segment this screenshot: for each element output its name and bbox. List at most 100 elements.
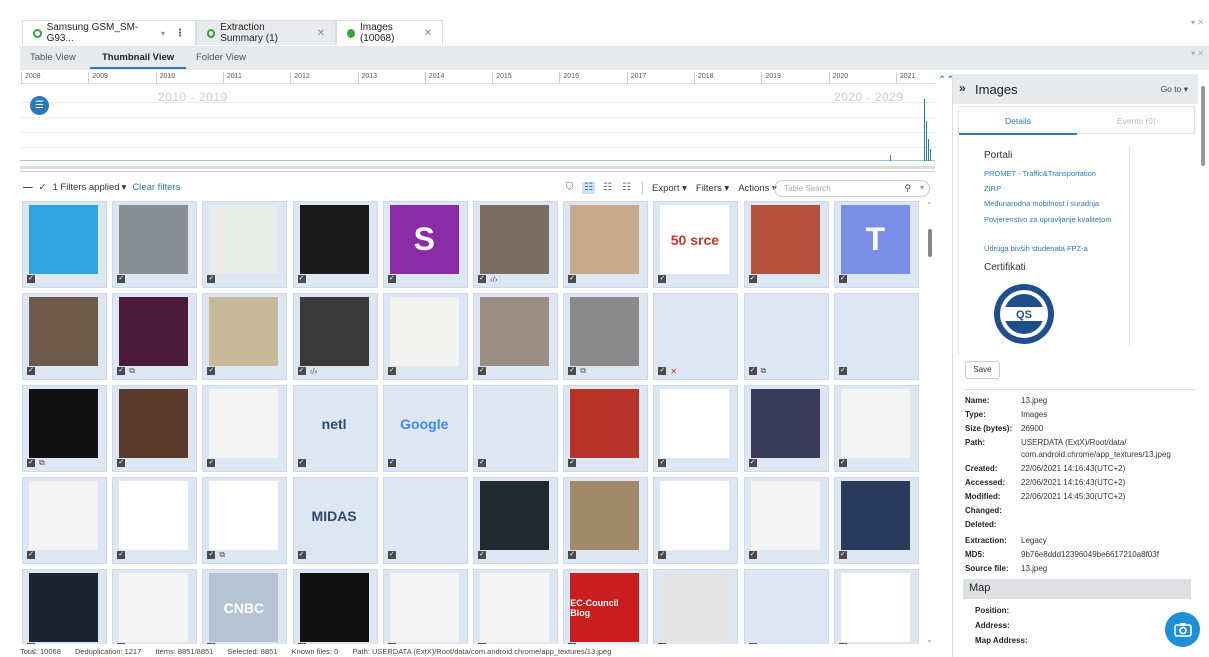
select-checkbox[interactable]: ✓ [658, 643, 667, 644]
clear-filters-link[interactable]: Clear filters [132, 182, 180, 193]
thumbnail-item[interactable]: ✓ [382, 569, 468, 644]
thumbnail-item[interactable]: ✓ [112, 385, 198, 472]
thumbnail-item[interactable]: ✓ ✕ [653, 293, 739, 380]
select-checkbox[interactable]: ✓ [748, 459, 757, 467]
select-checkbox[interactable]: ✓ [387, 643, 396, 644]
select-checkbox[interactable]: ✓ [207, 643, 216, 644]
table-search-input[interactable]: Table Search ⚲ ▾ [774, 180, 930, 197]
select-checkbox[interactable]: ✓ [207, 459, 216, 467]
thumbnail-item[interactable]: ✓ ⧉ [202, 477, 288, 564]
select-checkbox[interactable]: ✓ [207, 551, 216, 559]
search-icon[interactable]: ⚲ [904, 183, 911, 194]
select-checkbox[interactable]: ✓ [117, 459, 126, 467]
save-button[interactable]: Save [965, 361, 1000, 379]
select-checkbox[interactable]: ✓ [27, 367, 35, 375]
thumbnail-item[interactable]: ✓ [202, 293, 288, 380]
actions-menu[interactable]: Actions ▾ [738, 183, 777, 194]
thumbnail-item[interactable]: ✓ ⧉ [743, 293, 829, 380]
select-checkbox[interactable]: ✓ [748, 551, 757, 559]
thumbnail-item[interactable]: EC-Council Blog ✓ [563, 569, 649, 644]
thumbnail-item[interactable]: ✓ [112, 477, 198, 564]
thumbnail-item[interactable]: ✓ [202, 385, 288, 472]
thumbnail-item[interactable]: ✓ [473, 293, 558, 380]
timeline-scrollbar[interactable] [20, 166, 935, 169]
thumbnail-item[interactable]: 50 srce ✓ [653, 201, 739, 288]
tab-thumbnail-view[interactable]: Thumbnail View [89, 52, 187, 69]
thumbnail-item[interactable]: ✓ [653, 569, 739, 644]
select-checkbox[interactable]: ✓ [568, 551, 577, 559]
thumbnail-item[interactable]: T ✓ [833, 201, 919, 288]
select-checkbox[interactable]: ✓ [658, 367, 667, 375]
select-checkbox[interactable]: ✓ [297, 367, 306, 375]
scroll-up-icon[interactable]: ⌃ [926, 201, 933, 210]
thumbnail-item[interactable]: ✓ ⧉ [563, 293, 649, 380]
thumbnail-item[interactable]: ✓ [292, 569, 378, 644]
select-checkbox[interactable]: ✓ [297, 551, 306, 559]
grid-scrollbar[interactable]: ⌃ ⌄ [926, 201, 934, 644]
thumbnail-item[interactable]: ✓ [112, 569, 198, 644]
filters-applied[interactable]: 1 Filters applied [52, 182, 119, 193]
thumbnail-item[interactable]: ✓ [382, 477, 468, 564]
select-checkbox[interactable]: ✓ [838, 551, 847, 559]
thumbnail-item[interactable]: ✓ [22, 201, 107, 288]
select-checkbox[interactable]: ✓ [658, 459, 667, 467]
select-checkbox[interactable]: ✓ [27, 275, 35, 283]
thumbnail-item[interactable]: ✓ [382, 293, 468, 380]
select-checkbox[interactable]: ✓ [568, 643, 577, 644]
thumbnail-item[interactable]: ✓ [563, 477, 649, 564]
select-checkbox[interactable]: ✓ [387, 367, 396, 375]
select-checkbox[interactable]: ✓ [478, 643, 486, 644]
thumbnail-item[interactable]: ✓ [473, 569, 558, 644]
scroll-thumb[interactable] [928, 229, 932, 257]
select-checkbox[interactable]: ✓ [568, 367, 577, 375]
tab-extraction-summary[interactable]: Extraction Summary (1) ✕ [196, 20, 336, 45]
thumbnail-item[interactable]: ✓ ‹/› [292, 293, 378, 380]
filters-menu[interactable]: Filters ▾ [696, 183, 729, 194]
select-checkbox[interactable]: ✓ [297, 459, 306, 467]
select-checkbox[interactable]: ✓ [117, 275, 126, 283]
panel-menu-icon[interactable]: ▾ ✕ [1191, 49, 1204, 58]
select-checkbox[interactable]: ✓ [748, 275, 757, 283]
thumbnail-item[interactable]: ✓ [833, 293, 919, 380]
select-checkbox[interactable]: ✓ [478, 459, 486, 467]
tab-images[interactable]: Images (10068) ✕ [336, 20, 443, 45]
select-checkbox[interactable]: ✓ [117, 643, 126, 644]
select-checkbox[interactable]: ✓ [27, 643, 35, 644]
thumbnail-item[interactable]: ✓ ‹/› [473, 201, 558, 288]
select-checkbox[interactable]: ✓ [297, 275, 306, 283]
chevron-down-icon[interactable]: ▾ [161, 29, 165, 38]
tag-icon[interactable]: ⛉ [563, 182, 576, 194]
select-checkbox[interactable]: ✓ [658, 275, 667, 283]
thumbnail-item[interactable]: ✓ [112, 201, 198, 288]
thumbnail-item[interactable]: netl ✓ [292, 385, 378, 472]
thumbnail-item[interactable]: ✓ [22, 569, 107, 644]
select-checkbox[interactable]: ✓ [297, 643, 306, 644]
expand-chevrons-icon[interactable]: » [959, 81, 966, 95]
select-checkbox[interactable]: ✓ [658, 551, 667, 559]
select-checkbox[interactable]: ✓ [478, 367, 486, 375]
thumbnail-item[interactable]: CNBC ✓ [202, 569, 288, 644]
thumbnail-item[interactable]: ✓ [473, 385, 558, 472]
select-checkbox[interactable]: ✓ [117, 551, 126, 559]
timeline-list-button[interactable]: ☰ [30, 96, 49, 115]
select-checkbox[interactable]: ✓ [838, 459, 847, 467]
camera-button[interactable] [1165, 612, 1200, 647]
select-checkbox[interactable]: ✓ [568, 275, 577, 283]
chevron-down-icon[interactable]: ▾ [122, 182, 127, 193]
tab-table-view[interactable]: Table View [30, 52, 76, 63]
thumbnail-item[interactable]: ✓ [22, 293, 107, 380]
small-grid-icon[interactable]: ☷ [620, 182, 633, 194]
scroll-thumb[interactable] [1201, 86, 1205, 166]
select-checkbox[interactable]: ✓ [387, 551, 396, 559]
close-icon[interactable]: ✕ [424, 28, 432, 39]
large-grid-icon[interactable]: ☷ [582, 182, 595, 194]
thumbnail-item[interactable]: ✓ [563, 201, 649, 288]
thumbnail-item[interactable]: ✓ [743, 569, 829, 644]
chevron-down-icon[interactable]: ▾ [920, 183, 924, 192]
tab-events[interactable]: Events (0) [1117, 116, 1156, 126]
thumbnail-item[interactable]: ✓ [202, 201, 288, 288]
thumbnail-item[interactable]: MIDAS ✓ [292, 477, 378, 564]
select-checkbox[interactable]: ✓ [568, 459, 577, 467]
thumbnail-item[interactable]: ✓ [292, 201, 378, 288]
select-checkbox[interactable]: ✓ [387, 275, 396, 283]
